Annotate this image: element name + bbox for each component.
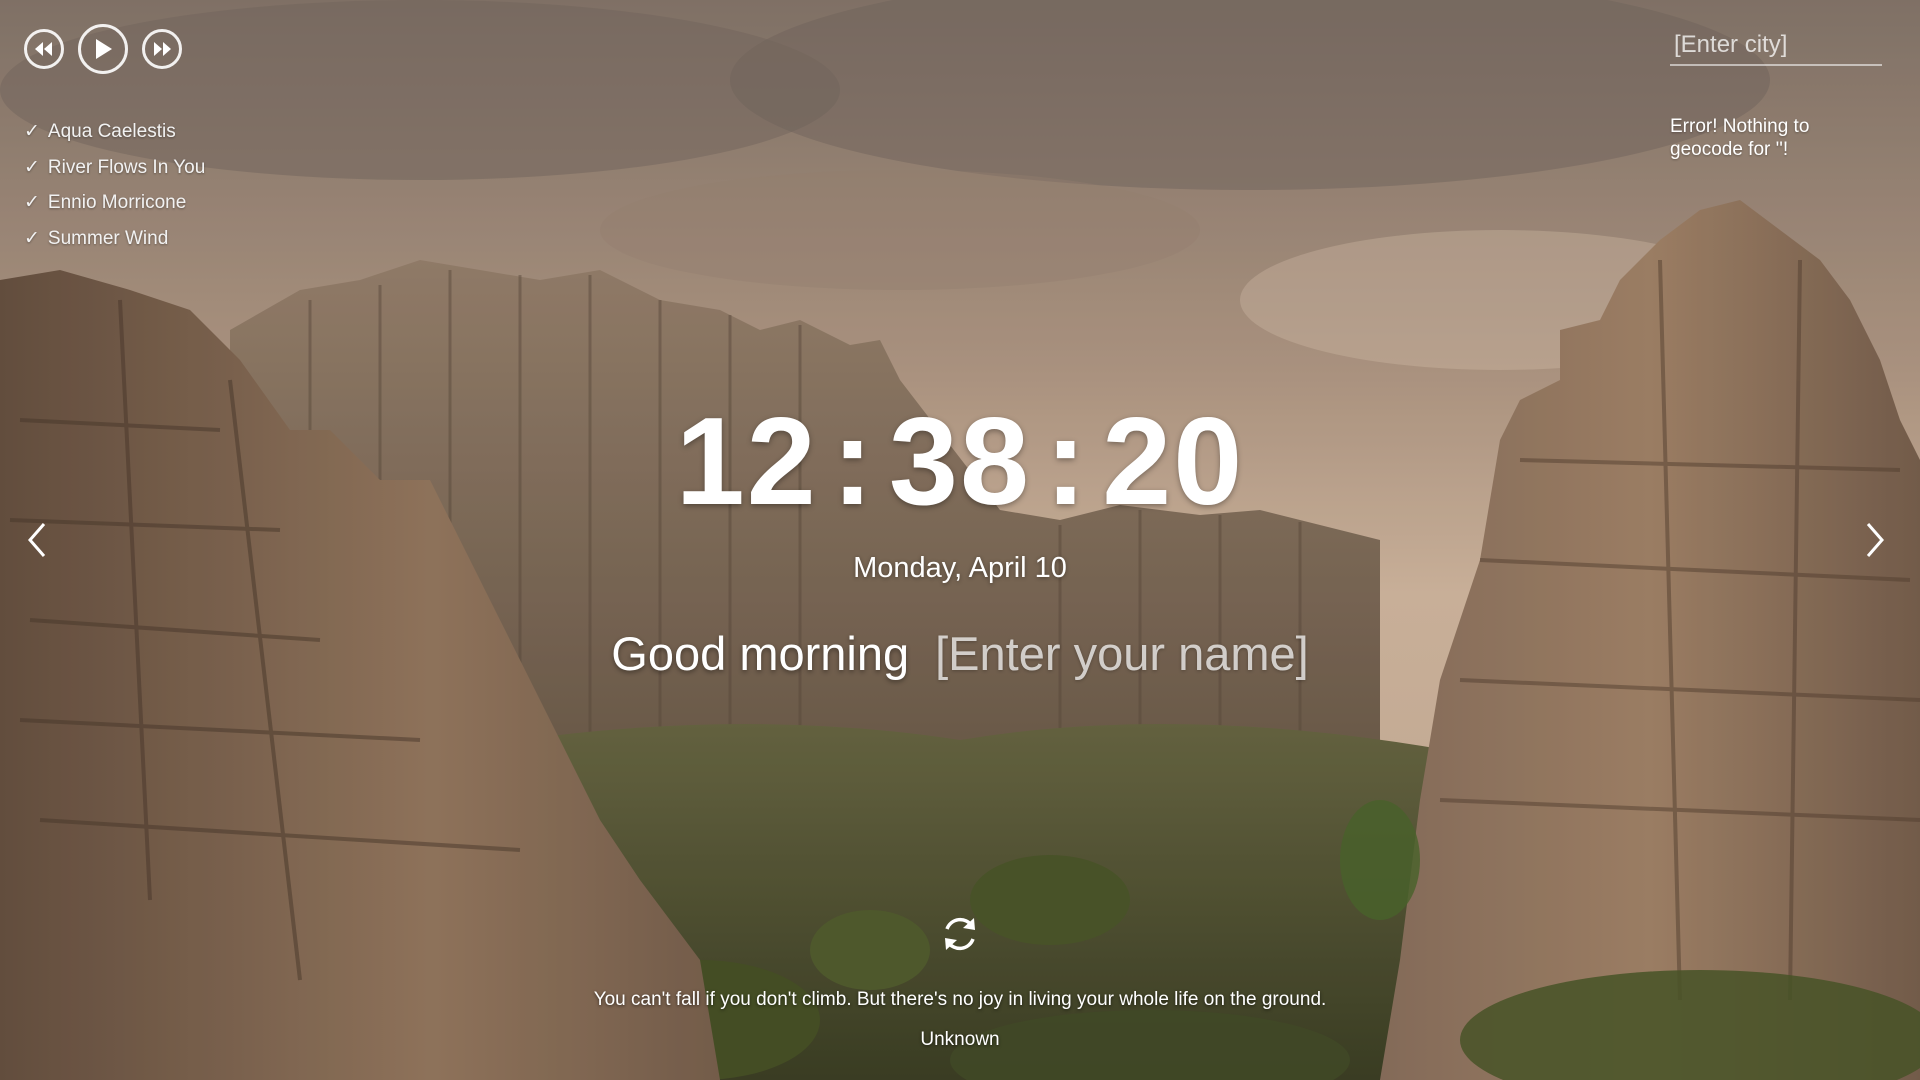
clock-hours: 12	[675, 393, 818, 531]
city-input[interactable]	[1670, 26, 1882, 66]
music-player	[24, 24, 182, 74]
clock-separator: :	[1044, 393, 1089, 531]
quote-author: Unknown	[920, 1029, 1000, 1050]
playlist-item[interactable]: ✓ Ennio Morricone	[24, 185, 205, 221]
check-icon: ✓	[24, 227, 40, 249]
previous-track-button[interactable]	[24, 29, 64, 69]
play-button[interactable]	[78, 24, 128, 74]
rewind-icon	[35, 42, 52, 56]
greeting-row: Good morning [Enter your name]	[0, 624, 1920, 684]
track-title: River Flows In You	[47, 156, 206, 178]
clock-separator: :	[831, 393, 876, 531]
check-icon: ✓	[24, 121, 40, 142]
refresh-icon	[945, 917, 975, 951]
clock-minutes: 38	[889, 393, 1031, 531]
check-icon: ✓	[24, 156, 40, 178]
track-title: Summer Wind	[47, 227, 169, 249]
name-input[interactable]: [Enter your name]	[935, 624, 1309, 684]
quote-text: You can't fall if you don't climb. But t…	[593, 989, 1327, 1010]
next-track-button[interactable]	[142, 29, 182, 69]
clock: 12:38:20	[0, 392, 1920, 532]
current-date: Monday, April 10	[853, 552, 1067, 584]
weather-error-message: Error! Nothing to geocode for ''!	[1670, 116, 1810, 160]
track-title: Aqua Caelestis	[47, 121, 176, 142]
clock-seconds: 20	[1102, 393, 1245, 531]
track-title: Ennio Morricone	[47, 192, 187, 213]
playlist: ✓ Aqua Caelestis ✓ River Flows In You ✓ …	[24, 114, 205, 256]
playlist-item[interactable]: ✓ Summer Wind	[24, 221, 205, 257]
play-icon	[96, 39, 112, 59]
playlist-item[interactable]: ✓ River Flows In You	[24, 150, 205, 186]
check-icon: ✓	[24, 192, 40, 213]
refresh-quote-button[interactable]	[936, 910, 984, 958]
greeting-text: Good morning	[611, 627, 910, 680]
fast-forward-icon	[154, 42, 171, 56]
playlist-item[interactable]: ✓ Aqua Caelestis	[24, 114, 205, 150]
